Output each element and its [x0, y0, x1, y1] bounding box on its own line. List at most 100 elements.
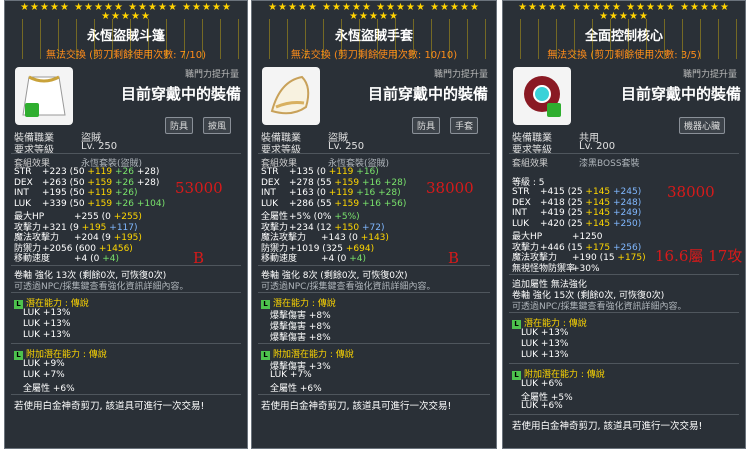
upgrade-hint: 可透過NPC/採集鍵查看強化資訊詳細內容。	[14, 281, 189, 292]
divider	[258, 291, 490, 293]
stat-value: +26	[112, 167, 134, 177]
stat-value: +119	[328, 188, 354, 198]
stat-value: +145	[585, 208, 611, 218]
stat-value: +28)	[134, 167, 160, 177]
stat-name: STR	[14, 167, 32, 177]
annotation-value: 38000	[667, 183, 715, 201]
stat-row: STR +415 (25 +145 +245)	[512, 187, 641, 197]
stat-value: +4)	[349, 254, 367, 264]
add-potential-line: LUK +9%	[23, 358, 65, 369]
stat-name: LUK	[261, 198, 279, 209]
divider	[509, 153, 739, 154]
stat-value: +339 (50	[42, 198, 88, 209]
stat-row: DEX +418 (25 +145 +248)	[512, 198, 641, 208]
category-tag: 防具	[412, 117, 441, 134]
req-level-value: Lv. 200	[579, 141, 616, 152]
category-tag: 手套	[450, 117, 479, 134]
gloves-icon	[262, 67, 320, 125]
stat-value: +159	[334, 177, 360, 188]
stat-value: +263 (50	[42, 177, 88, 188]
star-background	[252, 19, 496, 59]
job-boost-label: 職門力提升量	[184, 70, 239, 80]
stat-value: +245)	[610, 187, 642, 197]
divider	[258, 153, 490, 154]
stat-name: 移動速度	[261, 254, 298, 264]
stat-name: LUK	[14, 198, 32, 209]
stat-value: +16)	[353, 167, 379, 177]
req-level-value: Lv. 250	[328, 141, 365, 152]
legendary-icon: L	[14, 299, 23, 309]
annotation-value: 53000	[175, 179, 223, 197]
stat-value: +195 (50	[42, 188, 88, 198]
stat-row: INT +195 (50 +119 +26)	[14, 188, 138, 198]
stat-name: LUK	[512, 218, 530, 229]
divider	[11, 342, 241, 344]
stat-value: +250)	[610, 218, 642, 229]
divider	[11, 264, 241, 266]
platinum-scissors-note: 若使用白金神奇剪刀, 該道具可進行一次交易!	[261, 400, 452, 412]
stat-value: +415 (25	[540, 187, 586, 197]
heart-icon	[513, 67, 571, 125]
stat-row: LUK +339 (50 +159 +26 +104)	[14, 199, 165, 209]
stat-value: +119	[328, 167, 354, 177]
set-effect-label: 套組效果	[512, 159, 549, 169]
add-potential-line: LUK +7%	[23, 369, 65, 380]
potential-line: 爆擊傷害 +8%	[270, 332, 331, 343]
stat-value: +145	[585, 187, 611, 197]
divider	[258, 264, 490, 266]
potential-line: LUK +13%	[521, 339, 569, 349]
stat-name: STR	[512, 187, 530, 197]
item-tooltip-cape: ★★★★★ ★★★★★ ★★★★★ ★★★★★ ★★★★★ 永恆盜賊斗篷 無法交換 …	[4, 0, 248, 449]
annotation-grade: 16.6屬 17攻	[655, 247, 743, 265]
star-rating: ★★★★★ ★★★★★ ★★★★★ ★★★★★ ★★★★★	[20, 2, 232, 22]
stat-value: +248)	[610, 197, 642, 208]
stat-row: INT +419 (25 +145 +249)	[512, 208, 641, 218]
stat-row: STR +223 (50 +119 +26 +28)	[14, 167, 159, 177]
divider	[11, 153, 241, 154]
star-rating: ★★★★★ ★★★★★ ★★★★★ ★★★★★ ★★★★★	[268, 2, 480, 22]
stat-value: +163 (0	[289, 188, 329, 198]
stat-name: STR	[261, 167, 279, 177]
upgrade-hint: 可透過NPC/採集鍵查看強化資訊詳細內容。	[512, 302, 687, 312]
stat-value: +4 (0	[74, 254, 103, 264]
stat-value: +16	[359, 177, 381, 188]
stat-name: INT	[512, 208, 527, 218]
stat-value: +286 (55	[289, 198, 335, 209]
stat-row: LUK +420 (25 +145 +250)	[512, 219, 641, 229]
stat-value: +175)	[617, 253, 646, 263]
stat-value: +4)	[102, 254, 120, 264]
currently-equipped-label: 目前穿戴中的裝備	[121, 85, 242, 103]
divider	[258, 342, 490, 344]
potential-line: LUK +13%	[521, 328, 569, 338]
upgrade-hint: 可透過NPC/採集鍵查看強化資訊詳細內容。	[261, 281, 436, 292]
add-potential-line: LUK +6%	[521, 401, 563, 411]
stat-row: DEX +263 (50 +159 +26 +28)	[14, 178, 159, 188]
currently-equipped-label: 目前穿戴中的裝備	[621, 85, 742, 103]
potential-line: LUK +13%	[23, 307, 71, 318]
stat-value: +16	[359, 198, 381, 209]
stat-value: +56)	[381, 198, 407, 209]
divider	[509, 414, 739, 415]
category-tag: 披風	[203, 117, 232, 134]
job-boost-label: 職門力提升量	[433, 70, 488, 80]
legendary-icon: L	[261, 350, 270, 360]
legendary-icon: L	[261, 299, 270, 309]
req-level-value: Lv. 250	[81, 141, 118, 152]
stat-name: DEX	[261, 177, 280, 188]
star-background	[5, 19, 247, 59]
stat-value: +28)	[134, 177, 160, 188]
stat-value: +418 (25	[540, 197, 586, 208]
stat-name: 移動速度	[14, 254, 51, 264]
category-tag: 機器心臟	[679, 117, 726, 134]
stat-value: +420 (25	[540, 218, 586, 229]
divider	[11, 393, 241, 395]
stat-value: +135 (0	[289, 167, 329, 177]
star-background	[503, 19, 745, 59]
stat-value: +104)	[134, 198, 166, 209]
stat-name: 無視怪物防禦率	[512, 263, 576, 274]
potential-line: LUK +13%	[521, 350, 569, 360]
add-potential-line: 全屬性 +6%	[23, 383, 75, 394]
cape-icon	[15, 67, 73, 125]
stat-value: +26)	[112, 188, 138, 198]
stat-value: +4 (0	[321, 254, 350, 264]
